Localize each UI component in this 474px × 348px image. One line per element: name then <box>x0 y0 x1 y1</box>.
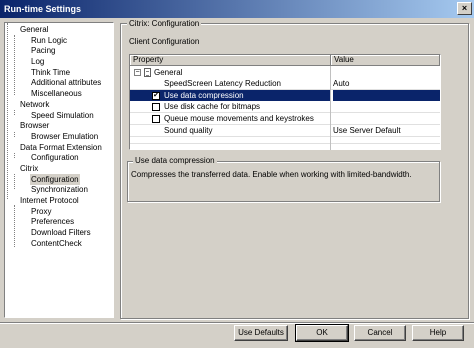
window-title: Run-time Settings <box>4 4 82 14</box>
tree-connector <box>14 132 15 137</box>
tree-connector <box>14 205 15 247</box>
tree-connector <box>14 35 15 95</box>
property-name: Use data compression <box>164 91 244 100</box>
checkbox-checked[interactable]: ✔ <box>152 92 160 100</box>
tree-item-pacing[interactable]: Pacing <box>30 45 56 56</box>
grid-header: Property Value <box>130 55 440 66</box>
tree-connector <box>14 153 15 158</box>
description-box <box>127 161 440 202</box>
property-value[interactable] <box>331 90 333 101</box>
row-divider <box>130 143 440 144</box>
column-header-value[interactable]: Value <box>331 55 440 66</box>
tree-item-preferences[interactable]: Preferences <box>30 216 75 227</box>
column-divider <box>330 66 331 150</box>
tree-root-connector <box>7 23 8 199</box>
ok-button[interactable]: OK <box>295 324 349 342</box>
cancel-button[interactable]: Cancel <box>354 325 406 341</box>
tree-item-contentcheck[interactable]: ContentCheck <box>30 238 83 249</box>
tree-item-additional-attributes[interactable]: Additional attributes <box>30 77 102 88</box>
property-name: Queue mouse movements and keystrokes <box>164 114 314 123</box>
property-value[interactable]: Auto <box>331 78 349 89</box>
checkbox-unchecked[interactable] <box>152 115 160 123</box>
tree-connector <box>14 110 15 115</box>
group-label: General <box>154 68 183 77</box>
close-icon[interactable]: × <box>457 2 472 15</box>
grid-row[interactable]: Queue mouse movements and keystrokes <box>130 113 440 124</box>
property-value[interactable] <box>331 113 333 124</box>
tree-item-internet-protocol[interactable]: Internet Protocol <box>19 195 80 206</box>
tree-item-log[interactable]: Log <box>30 56 45 67</box>
tree-item-dfe-configuration[interactable]: Configuration <box>30 152 80 163</box>
collapse-icon[interactable]: − <box>134 69 141 76</box>
grid-group-row[interactable]: − General <box>130 67 440 78</box>
grid-row[interactable]: SpeedScreen Latency Reduction Auto <box>130 78 440 89</box>
tree-item-miscellaneous[interactable]: Miscellaneous <box>30 88 83 99</box>
document-icon <box>144 68 151 77</box>
settings-tree[interactable]: General Run Logic Pacing Log Think Time … <box>4 22 114 318</box>
run-time-settings-window: Run-time Settings × General Run Logic Pa… <box>0 0 474 348</box>
tree-item-browser[interactable]: Browser <box>19 120 50 131</box>
property-name: SpeedScreen Latency Reduction <box>164 79 281 88</box>
property-value[interactable]: Use Server Default <box>331 125 401 136</box>
column-header-property[interactable]: Property <box>130 55 331 66</box>
property-name: Use disk cache for bitmaps <box>164 102 261 111</box>
title-bar: Run-time Settings × <box>0 0 474 18</box>
tree-connector <box>14 174 15 189</box>
description-title: Use data compression <box>133 156 217 166</box>
grid-row[interactable]: Sound quality Use Server Default <box>130 125 440 136</box>
client-configuration-label: Client Configuration <box>129 37 200 46</box>
description-text: Compresses the transferred data. Enable … <box>131 170 412 179</box>
tree-item-citrix[interactable]: Citrix <box>19 163 39 174</box>
property-value[interactable] <box>331 101 333 112</box>
button-separator <box>0 322 474 324</box>
group-title: Citrix: Configuration <box>127 18 202 29</box>
property-name: Sound quality <box>164 126 213 135</box>
property-grid[interactable]: Property Value − General SpeedScreen Lat… <box>129 54 441 150</box>
tree-item-download-filters[interactable]: Download Filters <box>30 227 92 238</box>
tree-item-browser-emulation[interactable]: Browser Emulation <box>30 131 99 142</box>
help-button[interactable]: Help <box>412 325 464 341</box>
tree-item-synchronization[interactable]: Synchronization <box>30 184 89 195</box>
use-defaults-button[interactable]: Use Defaults <box>234 325 288 341</box>
grid-row[interactable]: Use disk cache for bitmaps <box>130 101 440 112</box>
checkbox-unchecked[interactable] <box>152 103 160 111</box>
tree-item-general[interactable]: General <box>19 24 49 35</box>
grid-row-selected[interactable]: ✔ Use data compression <box>130 90 440 101</box>
row-divider <box>130 136 440 137</box>
tree-item-network[interactable]: Network <box>19 99 50 110</box>
